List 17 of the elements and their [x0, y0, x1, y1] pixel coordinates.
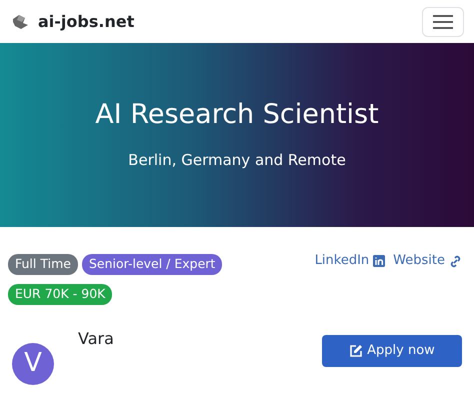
- edit-icon: [349, 344, 364, 358]
- website-link[interactable]: Website: [393, 251, 462, 271]
- brand-link[interactable]: ai-jobs.net: [10, 10, 134, 34]
- linkedin-link[interactable]: LinkedIn: [314, 251, 386, 271]
- job-title: AI Research Scientist: [94, 99, 380, 132]
- company-avatar: V: [12, 342, 54, 384]
- menu-button[interactable]: [422, 6, 464, 36]
- job-location: Berlin, Germany and Remote: [127, 150, 347, 172]
- link-icon: [449, 254, 462, 268]
- tag: EUR 70K - 90K: [8, 284, 112, 304]
- tag: Full Time: [8, 254, 78, 275]
- linkedin-icon: [373, 255, 386, 267]
- apply-button[interactable]: Apply now: [322, 334, 462, 366]
- logo-icon: [10, 14, 30, 30]
- menu-icon: [432, 14, 454, 30]
- tag: Senior-level / Expert: [82, 254, 222, 275]
- company-name: Vara: [78, 328, 114, 350]
